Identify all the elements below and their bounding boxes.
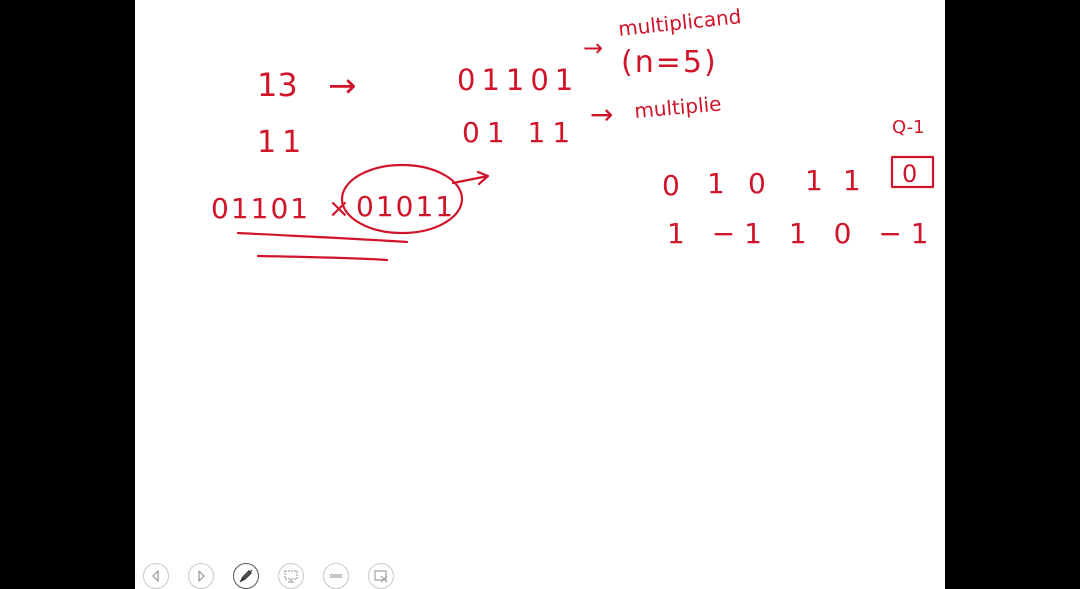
booth-bit: 1 bbox=[805, 164, 823, 197]
pen-icon bbox=[239, 569, 253, 583]
handwriting-canvas: 13 → 01101 → multiplicand (n=5) 11 01 11… bbox=[211, 4, 938, 262]
whiteboard-slide: 13 → 01101 → multiplicand (n=5) 11 01 11… bbox=[135, 0, 945, 589]
previous-icon bbox=[152, 570, 159, 582]
more-options-button[interactable] bbox=[323, 563, 349, 589]
booth-bit: 1 bbox=[707, 167, 725, 200]
arrow-13: → bbox=[328, 66, 357, 106]
multiplicand-label: multiplicand bbox=[617, 4, 742, 41]
next-icon bbox=[198, 570, 205, 582]
exit-presentation-button[interactable] bbox=[368, 563, 394, 589]
slide-view-button[interactable] bbox=[278, 563, 304, 589]
arrow-multiplicand: → bbox=[583, 34, 603, 62]
booth-recoded-row: 1 −1 1 0 −1 bbox=[667, 217, 938, 250]
n-equals-5: (n=5) bbox=[621, 45, 718, 80]
underline-1 bbox=[236, 231, 409, 244]
next-slide-button[interactable] bbox=[188, 563, 214, 589]
arrow-multiplier: → bbox=[590, 98, 613, 131]
more-options-icon bbox=[329, 573, 343, 579]
binary-13: 01101 bbox=[457, 63, 579, 97]
presentation-toolbar bbox=[143, 563, 394, 589]
booth-bits-row: 0 1 0 1 1 bbox=[662, 164, 861, 202]
q-minus-1-label: Q-1 bbox=[892, 117, 925, 138]
previous-slide-button[interactable] bbox=[143, 563, 169, 589]
pen-tool-button[interactable] bbox=[233, 563, 259, 589]
booth-bit: 0 bbox=[662, 169, 680, 202]
decimal-11: 11 bbox=[257, 125, 307, 160]
times-sign: × bbox=[328, 194, 350, 224]
product-multiplier: 01011 bbox=[356, 190, 455, 223]
q-minus-1-bit: 0 bbox=[902, 160, 917, 188]
binary-11: 01 11 bbox=[462, 116, 577, 149]
slide-view-icon bbox=[284, 570, 298, 583]
underline-2 bbox=[256, 254, 389, 262]
booth-bit: 0 bbox=[748, 167, 766, 200]
booth-bit: 1 bbox=[843, 164, 861, 197]
circle-arrow bbox=[451, 170, 490, 186]
multiplier-label: multiplie bbox=[633, 91, 722, 123]
product-multiplicand: 01101 bbox=[211, 192, 310, 225]
decimal-13: 13 bbox=[257, 66, 298, 104]
exit-icon bbox=[374, 570, 388, 583]
video-frame: 13 → 01101 → multiplicand (n=5) 11 01 11… bbox=[0, 0, 1080, 589]
